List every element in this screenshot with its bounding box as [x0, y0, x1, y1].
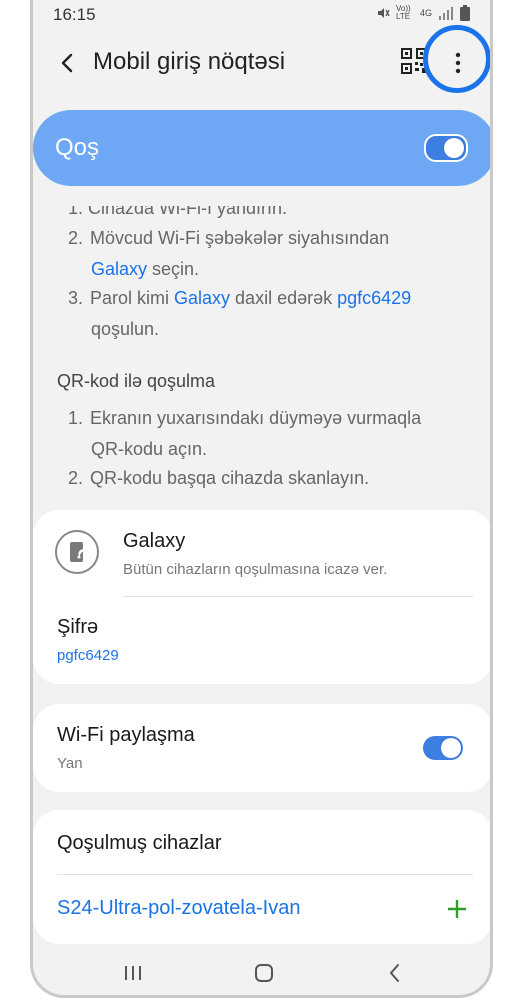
qr-step-1-cont: QR-kodu açın.: [91, 439, 208, 459]
connected-devices-card: Qoşulmuş cihazlar S24-Ultra-pol-zovatela…: [33, 810, 490, 944]
add-device-icon[interactable]: [446, 898, 468, 920]
instruction-step-2-cont: Galaxy seçin.: [91, 259, 200, 279]
more-vertical-icon[interactable]: [445, 48, 471, 78]
instruction-step-3-cont: qoşulun.: [91, 319, 160, 339]
volte-label: Vo)) LTE: [395, 4, 411, 21]
network-name: Galaxy: [123, 530, 186, 552]
phone-screen: 16:15 Vo)) LTE 4G Mobil giriş nöqtəsi Qo…: [30, 0, 493, 998]
network-subtitle: Bütün cihazların qoşulmasına icazə ver.: [123, 561, 388, 578]
network-name-row[interactable]: Galaxy Bütün cihazların qoşulmasına icaz…: [33, 510, 490, 596]
wifi-sharing-state: Yan: [57, 755, 83, 772]
galaxy-link: Galaxy: [91, 259, 148, 279]
network-card: Galaxy Bütün cihazların qoşulmasına icaz…: [33, 510, 490, 684]
status-icons: Vo)) LTE 4G: [376, 5, 470, 21]
navigation-bar: [33, 950, 490, 995]
instruction-step-2: 2. Mövcud Wi-Fi şəbəkələr siyahısından: [68, 228, 390, 248]
wifi-sharing-toggle[interactable]: [423, 736, 463, 760]
qr-step-2: 2. QR-kodu başqa cihazda skanlayın.: [68, 468, 370, 488]
wifi-sharing-card[interactable]: Wi-Fi paylaşma Yan: [33, 704, 490, 792]
app-bar: Mobil giriş nöqtəsi: [33, 40, 490, 86]
signal-icon: [439, 7, 453, 20]
master-switch-label: Qoş: [55, 134, 100, 161]
qr-code-icon[interactable]: [401, 48, 427, 74]
status-bar: 16:15 Vo)) LTE 4G: [33, 0, 490, 32]
mute-icon: [377, 8, 390, 18]
toggle-knob: [441, 738, 461, 758]
instruction-step-1-partial: 1. Cihazda Wi-Fi-ı yandırın.: [68, 198, 288, 218]
network-label: 4G: [419, 8, 432, 18]
toggle-knob: [444, 138, 464, 158]
password-value: pgfc6429: [57, 647, 119, 664]
status-time: 16:15: [53, 5, 96, 24]
qr-step-1: 1. Ekranın yuxarısındakı düyməyə vurmaqla: [68, 408, 422, 428]
wifi-sharing-label: Wi-Fi paylaşma: [57, 724, 195, 746]
qr-heading: QR-kod ilə qoşulma: [57, 371, 216, 391]
home-icon[interactable]: [247, 958, 281, 988]
instruction-step-3: 3. Parol kimi Galaxy daxil edərək pgfc642…: [68, 288, 412, 308]
hotspot-icon: [55, 530, 99, 574]
battery-icon: [460, 5, 470, 21]
nav-back-icon[interactable]: [378, 958, 412, 988]
connected-heading: Qoşulmuş cihazlar: [57, 832, 222, 854]
recent-apps-icon[interactable]: [116, 958, 150, 988]
hotspot-master-switch[interactable]: Qoş: [33, 110, 490, 186]
connected-device-name: S24-Ultra-pol-zovatela-Ivan: [57, 897, 301, 919]
page-title: Mobil giriş nöqtəsi: [93, 48, 286, 75]
connected-device-row[interactable]: S24-Ultra-pol-zovatela-Ivan: [33, 876, 490, 942]
master-toggle[interactable]: [424, 134, 468, 162]
password-row[interactable]: Şifrə pgfc6429: [33, 597, 490, 683]
password-label: Şifrə: [57, 616, 99, 638]
back-arrow-icon[interactable]: [53, 46, 81, 80]
divider: [57, 874, 473, 875]
